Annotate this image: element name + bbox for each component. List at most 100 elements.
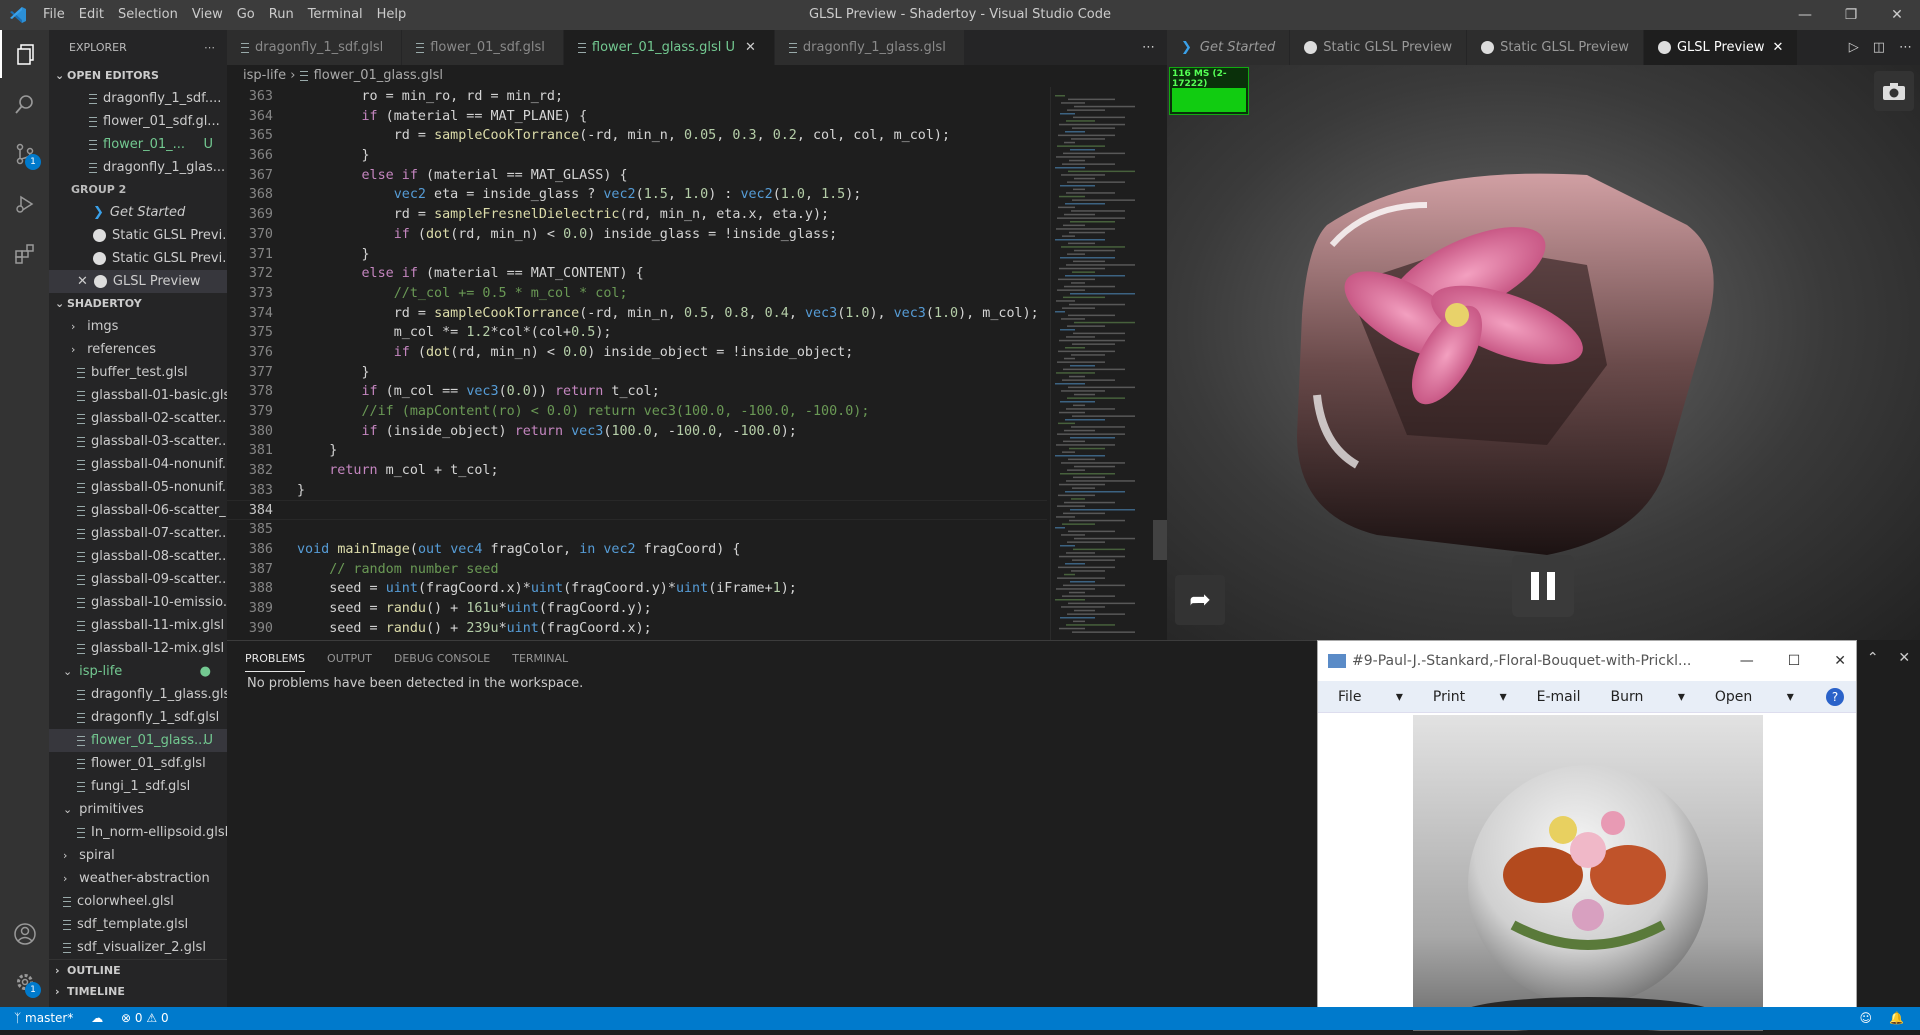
file-item[interactable]: glassball-03-scatter....	[49, 430, 227, 453]
file-item[interactable]: glassball-10-emissio...	[49, 591, 227, 614]
code-line[interactable]: 373 //t_col += 0.5 * m_col * col;	[227, 284, 1047, 304]
file-item[interactable]: glassball-11-mix.glsl	[49, 614, 227, 637]
code-line[interactable]: 374 rd = sampleCookTorrance(-rd, min_n, …	[227, 304, 1047, 324]
menu-file[interactable]: File	[36, 0, 72, 30]
branch-status[interactable]: ᛉ master*	[14, 1011, 73, 1025]
source-control-icon[interactable]: 1	[0, 130, 49, 178]
breadcrumb-folder[interactable]: isp-life	[243, 68, 286, 83]
tab-flower-sdf[interactable]: flower_01_sdf.glsl	[402, 30, 564, 65]
tab-static-preview[interactable]: Static GLSL Preview	[1467, 30, 1644, 65]
code-line[interactable]: 368 vec2 eta = inside_glass ? vec2(1.5, …	[227, 185, 1047, 205]
accounts-icon[interactable]	[0, 910, 49, 958]
code-editor[interactable]: 363 ro = min_ro, rd = min_rd; 364 if (mat…	[227, 87, 1047, 640]
file-item[interactable]: dragonfly_1_sdf.glsl	[49, 706, 227, 729]
close-panel-icon[interactable]: ✕	[1898, 650, 1910, 666]
tab-get-started[interactable]: ❯ Get Started	[1167, 30, 1291, 65]
code-line[interactable]: 375 m_col *= 1.2*col*(col+0.5);	[227, 323, 1047, 343]
code-line[interactable]: 388 seed = uint(fragCoord.x)*uint(fragCo…	[227, 579, 1047, 599]
file-item[interactable]: buffer_test.glsl	[49, 361, 227, 384]
close-window-button[interactable]: ✕	[1874, 0, 1920, 30]
code-line[interactable]: 383}	[227, 481, 1047, 501]
file-item[interactable]: In_norm-ellipsoid.glsl	[49, 821, 227, 844]
code-line[interactable]: 378 if (m_col == vec3(0.0)) return t_col…	[227, 382, 1047, 402]
file-item[interactable]: colorwheel.glsl	[49, 890, 227, 913]
viewer-menu-open[interactable]: Open ▾	[1715, 689, 1794, 705]
folder-weather-abstraction[interactable]: › weather-abstraction	[49, 867, 227, 890]
open-editor-item[interactable]: dragonfly_1_sdf....	[49, 87, 227, 110]
pause-icon[interactable]	[1512, 555, 1574, 617]
minimap[interactable]	[1050, 87, 1150, 640]
code-line[interactable]: 377 }	[227, 363, 1047, 383]
code-line[interactable]: 387 // random number seed	[227, 560, 1047, 580]
sync-icon[interactable]: ☁	[91, 1011, 103, 1025]
help-icon[interactable]: ?	[1826, 687, 1844, 706]
viewer-menu-burn[interactable]: Burn ▾	[1611, 689, 1685, 705]
editor-scrollbar[interactable]	[1153, 520, 1167, 560]
tab-glsl-preview[interactable]: GLSL Preview ✕	[1643, 30, 1799, 65]
problems-status[interactable]: ⊗ 0 ⚠ 0	[121, 1011, 169, 1025]
viewer-menu-file[interactable]: File ▾	[1338, 689, 1403, 705]
close-icon[interactable]: ✕	[77, 274, 88, 289]
code-line[interactable]: 363 ro = min_ro, rd = min_rd;	[227, 87, 1047, 107]
camera-icon[interactable]	[1874, 71, 1914, 111]
folder-spiral[interactable]: › spiral	[49, 844, 227, 867]
code-line[interactable]: 382 return m_col + t_col;	[227, 461, 1047, 481]
viewer-menu-print[interactable]: Print ▾	[1433, 689, 1507, 705]
menu-go[interactable]: Go	[230, 0, 262, 30]
code-line[interactable]: 370 if (dot(rd, min_n) < 0.0) inside_gla…	[227, 225, 1047, 245]
close-tab-icon[interactable]: ✕	[1772, 30, 1783, 65]
menu-selection[interactable]: Selection	[111, 0, 185, 30]
close-tab-icon[interactable]: ✕	[745, 40, 756, 55]
file-item[interactable]: glassball-04-nonunif...	[49, 453, 227, 476]
code-line[interactable]: 372 else if (material == MAT_CONTENT) {	[227, 264, 1047, 284]
file-item[interactable]: glassball-06-scatter_...	[49, 499, 227, 522]
tab-output[interactable]: OUTPUT	[327, 641, 372, 676]
tab-dragonfly-glass[interactable]: dragonfly_1_glass.glsl	[774, 30, 965, 65]
code-line[interactable]: 390 seed = randu() + 239u*uint(fragCoord…	[227, 619, 1047, 639]
code-line[interactable]: 386 void mainImage(out vec4 fragColor, in…	[227, 540, 1047, 560]
folder-isp-life[interactable]: ⌄ isp-life ●	[49, 660, 227, 683]
timeline-header[interactable]: › TIMELINE	[49, 981, 227, 1003]
viewer-minimize-button[interactable]: —	[1740, 653, 1754, 669]
file-item[interactable]: glassball-05-nonunif...	[49, 476, 227, 499]
group-item-glsl-preview[interactable]: ✕ GLSL Preview	[49, 270, 227, 293]
code-line[interactable]: 384	[227, 500, 1047, 521]
file-item[interactable]: glassball-01-basic.glsl	[49, 384, 227, 407]
settings-gear-icon[interactable]: 1	[0, 958, 49, 1006]
outline-header[interactable]: › OUTLINE	[49, 959, 227, 981]
run-icon[interactable]: ▷	[1849, 30, 1859, 65]
explorer-icon[interactable]	[0, 30, 49, 78]
tab-static-preview[interactable]: Static GLSL Preview	[1290, 30, 1468, 65]
viewer-maximize-button[interactable]: ☐	[1788, 653, 1801, 669]
shadertoy-header[interactable]: ⌄ SHADERTOY	[49, 293, 227, 315]
open-editors-header[interactable]: ⌄ OPEN EDITORS	[49, 65, 227, 87]
folder-primitives[interactable]: ⌄ primitives	[49, 798, 227, 821]
code-line[interactable]: 385	[227, 520, 1047, 540]
explorer-more-icon[interactable]: ⋯	[204, 30, 215, 65]
tab-debug-console[interactable]: DEBUG CONSOLE	[394, 641, 490, 676]
menu-help[interactable]: Help	[370, 0, 414, 30]
file-item[interactable]: glassball-12-mix.glsl	[49, 637, 227, 660]
minimize-button[interactable]: —	[1782, 0, 1828, 30]
tab-terminal[interactable]: TERMINAL	[512, 641, 568, 676]
code-line[interactable]: 364 if (material == MAT_PLANE) {	[227, 107, 1047, 127]
glsl-preview-canvas[interactable]: 116 MS (2-17222) ➦	[1167, 65, 1920, 640]
viewer-menu-email[interactable]: E-mail	[1537, 689, 1581, 705]
code-line[interactable]: 376 if (dot(rd, min_n) < 0.0) inside_obj…	[227, 343, 1047, 363]
code-line[interactable]: 379 //if (mapContent(ro) < 0.0) return v…	[227, 402, 1047, 422]
notifications-bell-icon[interactable]: 🔔	[1889, 1007, 1904, 1030]
folder-imgs[interactable]: › imgs	[49, 315, 227, 338]
file-item[interactable]: dragonfly_1_glass.glsl	[49, 683, 227, 706]
maximize-panel-icon[interactable]: ⌃	[1867, 650, 1879, 666]
breadcrumb-file[interactable]: flower_01_glass.glsl	[314, 68, 443, 83]
menu-edit[interactable]: Edit	[72, 0, 111, 30]
menu-run[interactable]: Run	[262, 0, 301, 30]
code-line[interactable]: 365 rd = sampleCookTorrance(-rd, min_n, …	[227, 126, 1047, 146]
search-icon[interactable]	[0, 80, 49, 128]
file-item[interactable]: fungi_1_sdf.glsl	[49, 775, 227, 798]
file-item[interactable]: sdf_template.glsl	[49, 913, 227, 936]
file-item[interactable]: glassball-08-scatter....	[49, 545, 227, 568]
file-item[interactable]: flower_01_glass... U	[49, 729, 227, 752]
open-editor-item[interactable]: flower_01_sdf.gl...	[49, 110, 227, 133]
file-item[interactable]: glassball-09-scatter....	[49, 568, 227, 591]
